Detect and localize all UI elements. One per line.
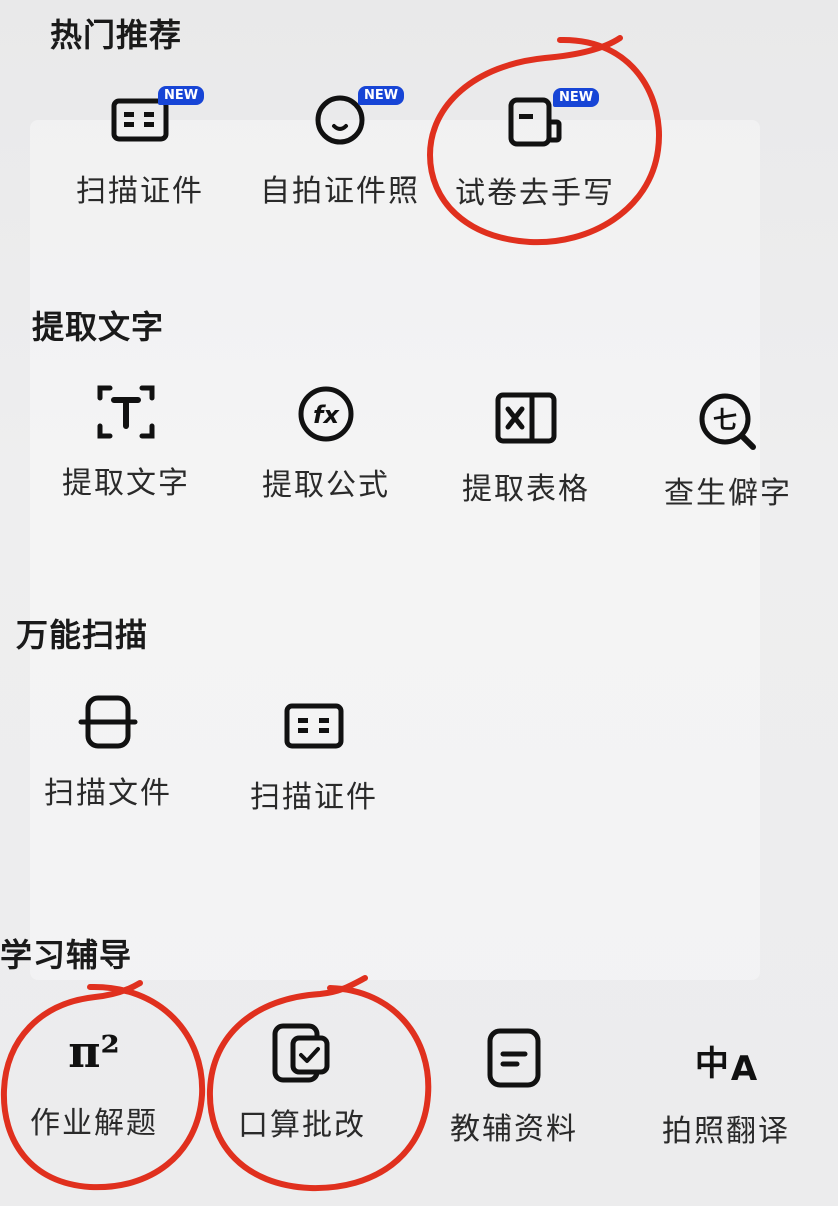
- extract-item-label: 提取公式: [262, 468, 390, 503]
- formula-icon-text: fx: [313, 401, 340, 429]
- study-item-label: 作业解题: [30, 1106, 158, 1141]
- translate-icon: 中 A: [636, 1020, 816, 1100]
- scan-item-file[interactable]: 扫描文件: [18, 682, 198, 812]
- scan-item-label: 扫描证件: [250, 780, 378, 815]
- hot-item-label: 试卷去手写: [455, 176, 615, 211]
- new-badge: NEW: [158, 86, 205, 105]
- text-scan-icon: [97, 385, 155, 439]
- formula-icon: fx: [298, 386, 354, 442]
- section-title-scan: 万能扫描: [16, 616, 149, 654]
- study-item-label: 拍照翻译: [662, 1114, 790, 1149]
- section-title-extract: 提取文字: [32, 308, 165, 346]
- new-badge: NEW: [553, 88, 600, 107]
- content-panel: [30, 120, 760, 980]
- extract-item-label: 提取文字: [62, 466, 190, 501]
- scan-item-id[interactable]: 扫描证件: [224, 686, 404, 816]
- section-title-study: 学习辅导: [0, 936, 133, 974]
- hot-item-label: 扫描证件: [76, 174, 204, 209]
- scan-item-label: 扫描文件: [44, 776, 172, 811]
- translate-glyph-cn: 中: [694, 1043, 729, 1084]
- hot-item-label: 自拍证件照: [260, 174, 420, 209]
- pi-squared-icon: π²: [68, 1026, 120, 1078]
- extract-item-rare-char[interactable]: 七 查生僻字: [638, 382, 818, 512]
- extract-item-label: 提取表格: [462, 472, 590, 507]
- section-title-hot: 热门推荐: [50, 16, 183, 54]
- excel-icon: [495, 392, 557, 444]
- book-icon: [487, 1028, 541, 1088]
- study-item-photo-translate[interactable]: 中 A 拍照翻译: [636, 1020, 816, 1150]
- study-item-materials[interactable]: 教辅资料: [424, 1018, 604, 1148]
- id-card-icon: [284, 703, 344, 749]
- study-item-label: 口算批改: [238, 1108, 366, 1143]
- check-document-icon: [272, 1023, 330, 1083]
- hot-item-scan-id[interactable]: NEW 扫描证件: [50, 80, 230, 210]
- study-item-homework[interactable]: π² 作业解题: [4, 1012, 184, 1142]
- extract-item-table[interactable]: 提取表格: [436, 378, 616, 508]
- hot-item-selfie-id-photo[interactable]: NEW 自拍证件照: [250, 80, 430, 210]
- extract-item-label: 查生僻字: [664, 476, 792, 511]
- hot-item-remove-handwriting[interactable]: NEW 试卷去手写: [445, 82, 625, 212]
- scan-file-icon: [78, 695, 138, 749]
- translate-glyph-en: A: [730, 1049, 758, 1089]
- magnifier-char-icon: 七: [699, 393, 756, 450]
- new-badge: NEW: [358, 86, 405, 105]
- study-item-mental-math[interactable]: 口算批改: [212, 1014, 392, 1144]
- study-item-label: 教辅资料: [450, 1112, 578, 1147]
- extract-item-formula[interactable]: fx 提取公式: [236, 374, 416, 504]
- rare-char-icon-text: 七: [713, 406, 737, 434]
- extract-item-text[interactable]: 提取文字: [36, 372, 216, 502]
